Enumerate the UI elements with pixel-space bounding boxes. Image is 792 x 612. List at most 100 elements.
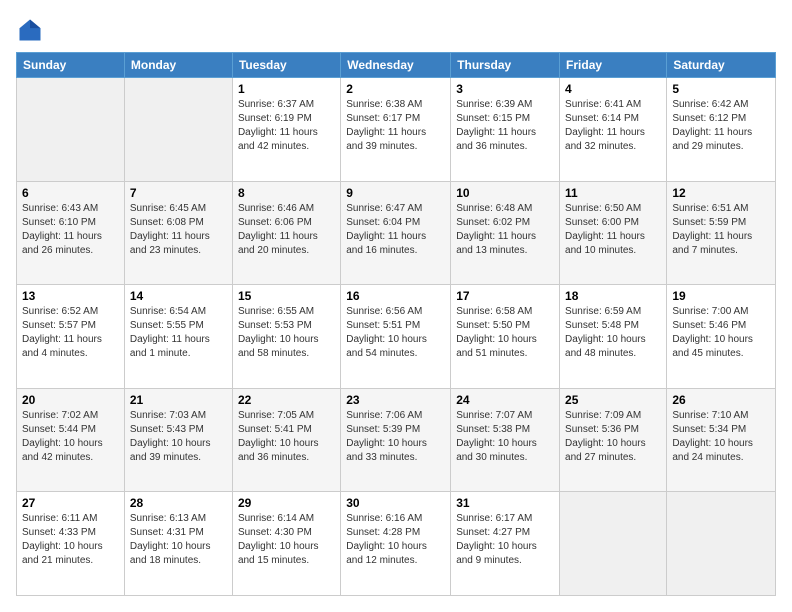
day-info: Sunrise: 7:06 AMSunset: 5:39 PMDaylight:… [346, 409, 445, 465]
day-number: 30 [346, 496, 445, 510]
calendar-cell: 10 Sunrise: 6:48 AMSunset: 6:02 PMDayligh… [451, 181, 560, 285]
week-row-3: 13 Sunrise: 6:52 AMSunset: 5:57 PMDayligh… [17, 285, 776, 389]
calendar-cell: 17 Sunrise: 6:58 AMSunset: 5:50 PMDayligh… [451, 285, 560, 389]
day-number: 3 [456, 82, 554, 96]
day-info: Sunrise: 6:59 AMSunset: 5:48 PMDaylight:… [565, 305, 661, 361]
day-info: Sunrise: 6:52 AMSunset: 5:57 PMDaylight:… [22, 305, 119, 361]
day-info: Sunrise: 6:48 AMSunset: 6:02 PMDaylight:… [456, 202, 554, 258]
day-header-thursday: Thursday [451, 53, 560, 78]
day-info: Sunrise: 7:03 AMSunset: 5:43 PMDaylight:… [130, 409, 227, 465]
calendar-cell: 20Sunrise: 7:02 AMSunset: 5:44 PMDayligh… [17, 388, 125, 492]
day-number: 5 [672, 82, 770, 96]
calendar-cell [17, 78, 125, 182]
day-info: Sunrise: 6:50 AMSunset: 6:00 PMDaylight:… [565, 202, 661, 258]
day-info: Sunrise: 6:51 AMSunset: 5:59 PMDaylight:… [672, 202, 770, 258]
day-info: Sunrise: 6:42 AMSunset: 6:12 PMDaylight:… [672, 98, 770, 154]
day-number: 1 [238, 82, 335, 96]
day-number: 31 [456, 496, 554, 510]
calendar-cell: 4 Sunrise: 6:41 AMSunset: 6:14 PMDaylight… [560, 78, 667, 182]
day-header-monday: Monday [124, 53, 232, 78]
day-info: Sunrise: 7:09 AMSunset: 5:36 PMDaylight:… [565, 409, 661, 465]
calendar-body: 1Sunrise: 6:37 AMSunset: 6:19 PMDaylight… [17, 78, 776, 596]
day-number: 22 [238, 393, 335, 407]
calendar-cell [560, 492, 667, 596]
calendar-cell: 16 Sunrise: 6:56 AMSunset: 5:51 PMDayligh… [341, 285, 451, 389]
day-number: 12 [672, 186, 770, 200]
day-number: 13 [22, 289, 119, 303]
day-info: Sunrise: 6:14 AMSunset: 4:30 PMDaylight:… [238, 512, 335, 568]
day-number: 9 [346, 186, 445, 200]
week-row-5: 27 Sunrise: 6:11 AMSunset: 4:33 PMDayligh… [17, 492, 776, 596]
calendar-cell: 6 Sunrise: 6:43 AMSunset: 6:10 PMDaylight… [17, 181, 125, 285]
day-info: Sunrise: 6:43 AMSunset: 6:10 PMDaylight:… [22, 202, 119, 258]
calendar-cell: 27 Sunrise: 6:11 AMSunset: 4:33 PMDayligh… [17, 492, 125, 596]
day-header-friday: Friday [560, 53, 667, 78]
calendar-cell: 12 Sunrise: 6:51 AMSunset: 5:59 PMDayligh… [667, 181, 776, 285]
day-number: 24 [456, 393, 554, 407]
calendar-cell: 26 Sunrise: 7:10 AMSunset: 5:34 PMDayligh… [667, 388, 776, 492]
day-number: 17 [456, 289, 554, 303]
week-row-1: 1Sunrise: 6:37 AMSunset: 6:19 PMDaylight… [17, 78, 776, 182]
day-info: Sunrise: 6:11 AMSunset: 4:33 PMDaylight:… [22, 512, 119, 568]
day-number: 23 [346, 393, 445, 407]
calendar-cell: 15 Sunrise: 6:55 AMSunset: 5:53 PMDayligh… [232, 285, 340, 389]
day-number: 20 [22, 393, 119, 407]
calendar-cell: 11 Sunrise: 6:50 AMSunset: 6:00 PMDayligh… [560, 181, 667, 285]
calendar-cell: 30 Sunrise: 6:16 AMSunset: 4:28 PMDayligh… [341, 492, 451, 596]
calendar-cell: 28 Sunrise: 6:13 AMSunset: 4:31 PMDayligh… [124, 492, 232, 596]
calendar-cell: 29 Sunrise: 6:14 AMSunset: 4:30 PMDayligh… [232, 492, 340, 596]
day-number: 25 [565, 393, 661, 407]
calendar-cell: 21 Sunrise: 7:03 AMSunset: 5:43 PMDayligh… [124, 388, 232, 492]
calendar-header: SundayMondayTuesdayWednesdayThursdayFrid… [17, 53, 776, 78]
day-number: 15 [238, 289, 335, 303]
calendar-page: SundayMondayTuesdayWednesdayThursdayFrid… [0, 0, 792, 612]
calendar-cell: 25 Sunrise: 7:09 AMSunset: 5:36 PMDayligh… [560, 388, 667, 492]
calendar-cell: 18 Sunrise: 6:59 AMSunset: 5:48 PMDayligh… [560, 285, 667, 389]
day-number: 6 [22, 186, 119, 200]
day-info: Sunrise: 6:55 AMSunset: 5:53 PMDaylight:… [238, 305, 335, 361]
day-number: 29 [238, 496, 335, 510]
day-info: Sunrise: 7:00 AMSunset: 5:46 PMDaylight:… [672, 305, 770, 361]
day-info: Sunrise: 7:10 AMSunset: 5:34 PMDaylight:… [672, 409, 770, 465]
logo-icon [16, 16, 44, 44]
day-header-saturday: Saturday [667, 53, 776, 78]
logo [16, 16, 48, 44]
day-info: Sunrise: 6:17 AMSunset: 4:27 PMDaylight:… [456, 512, 554, 568]
day-number: 4 [565, 82, 661, 96]
day-info: Sunrise: 6:38 AMSunset: 6:17 PMDaylight:… [346, 98, 445, 154]
day-header-sunday: Sunday [17, 53, 125, 78]
day-info: Sunrise: 6:41 AMSunset: 6:14 PMDaylight:… [565, 98, 661, 154]
day-info: Sunrise: 6:46 AMSunset: 6:06 PMDaylight:… [238, 202, 335, 258]
calendar-cell: 2 Sunrise: 6:38 AMSunset: 6:17 PMDaylight… [341, 78, 451, 182]
day-number: 27 [22, 496, 119, 510]
calendar-table: SundayMondayTuesdayWednesdayThursdayFrid… [16, 52, 776, 596]
day-info: Sunrise: 6:56 AMSunset: 5:51 PMDaylight:… [346, 305, 445, 361]
day-info: Sunrise: 6:58 AMSunset: 5:50 PMDaylight:… [456, 305, 554, 361]
day-info: Sunrise: 6:45 AMSunset: 6:08 PMDaylight:… [130, 202, 227, 258]
day-number: 21 [130, 393, 227, 407]
day-number: 7 [130, 186, 227, 200]
day-number: 26 [672, 393, 770, 407]
day-number: 2 [346, 82, 445, 96]
header [16, 16, 776, 44]
day-info: Sunrise: 6:13 AMSunset: 4:31 PMDaylight:… [130, 512, 227, 568]
day-info: Sunrise: 6:39 AMSunset: 6:15 PMDaylight:… [456, 98, 554, 154]
day-info: Sunrise: 6:47 AMSunset: 6:04 PMDaylight:… [346, 202, 445, 258]
day-number: 10 [456, 186, 554, 200]
day-number: 11 [565, 186, 661, 200]
calendar-cell: 7 Sunrise: 6:45 AMSunset: 6:08 PMDaylight… [124, 181, 232, 285]
day-number: 18 [565, 289, 661, 303]
day-number: 28 [130, 496, 227, 510]
day-number: 14 [130, 289, 227, 303]
calendar-cell: 5 Sunrise: 6:42 AMSunset: 6:12 PMDaylight… [667, 78, 776, 182]
day-number: 16 [346, 289, 445, 303]
day-info: Sunrise: 6:16 AMSunset: 4:28 PMDaylight:… [346, 512, 445, 568]
week-row-4: 20Sunrise: 7:02 AMSunset: 5:44 PMDayligh… [17, 388, 776, 492]
calendar-cell: 24Sunrise: 7:07 AMSunset: 5:38 PMDayligh… [451, 388, 560, 492]
day-header-tuesday: Tuesday [232, 53, 340, 78]
calendar-cell: 14 Sunrise: 6:54 AMSunset: 5:55 PMDayligh… [124, 285, 232, 389]
day-info: Sunrise: 6:54 AMSunset: 5:55 PMDaylight:… [130, 305, 227, 361]
calendar-cell: 3 Sunrise: 6:39 AMSunset: 6:15 PMDaylight… [451, 78, 560, 182]
calendar-cell: 8Sunrise: 6:46 AMSunset: 6:06 PMDaylight… [232, 181, 340, 285]
calendar-cell: 19Sunrise: 7:00 AMSunset: 5:46 PMDayligh… [667, 285, 776, 389]
